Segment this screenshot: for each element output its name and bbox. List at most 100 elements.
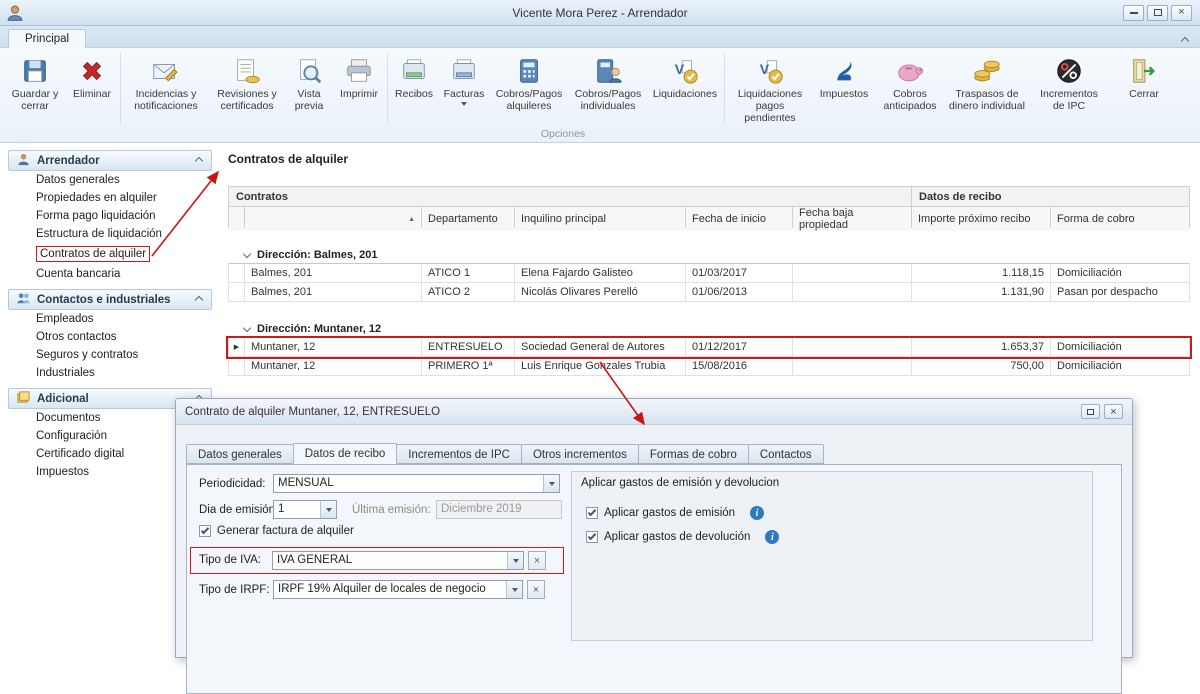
tipo-iva-clear-button[interactable]: ×	[528, 551, 546, 570]
table-row[interactable]: Balmes, 201 ATICO 2 Nicolás Olivares Per…	[228, 283, 1190, 302]
tipo-iva-label: Tipo de IVA:	[199, 554, 261, 566]
tab-otros-incrementos[interactable]: Otros incrementos	[521, 444, 639, 464]
row-indicator-cell	[229, 357, 244, 375]
advance-collections-button[interactable]: Cobros anticipados	[875, 51, 945, 115]
chevron-down-icon[interactable]	[320, 501, 336, 518]
sidebar-section-arrendador[interactable]: Arrendador	[8, 150, 212, 171]
sidebar-item-seguros-y-contratos[interactable]: Seguros y contratos	[8, 346, 212, 364]
info-icon[interactable]: i	[750, 506, 764, 520]
piggy-bank-icon	[895, 54, 925, 88]
tipo-irpf-label: Tipo de IRPF:	[199, 584, 270, 596]
header-address[interactable]: ▲	[245, 207, 421, 231]
cell-next-receipt: 750,00	[912, 357, 1050, 375]
info-icon[interactable]: i	[765, 530, 779, 544]
revisions-button[interactable]: Revisiones y certificados	[209, 51, 285, 115]
header-inquilino-principal[interactable]: Inquilino principal	[515, 207, 685, 231]
sidebar-item-datos-generales[interactable]: Datos generales	[8, 171, 212, 189]
maximize-icon	[1154, 9, 1162, 16]
tab-datos-generales[interactable]: Datos generales	[186, 444, 294, 464]
table-row[interactable]: Muntaner, 12 PRIMERO 1ª Luis Enrique Gon…	[228, 357, 1190, 376]
money-transfer-button[interactable]: Traspasos de dinero individual	[945, 51, 1029, 115]
ipc-percent-icon	[1054, 54, 1084, 88]
chevron-down-icon	[244, 322, 250, 334]
chevron-down-icon[interactable]	[506, 581, 522, 598]
svg-text:V: V	[760, 61, 770, 77]
tab-formas-de-cobro[interactable]: Formas de cobro	[638, 444, 749, 464]
group-row-balmes[interactable]: Dirección: Balmes, 201	[228, 246, 1190, 264]
incidents-button[interactable]: Incidencias y notificaciones	[123, 51, 209, 115]
minimize-button[interactable]	[1123, 5, 1144, 21]
ribbon-separator	[387, 53, 388, 124]
generar-factura-label: Generar factura de alquiler	[217, 525, 354, 537]
gastos-emision-checkbox-row[interactable]: Aplicar gastos de emisión i	[586, 506, 764, 520]
header-forma-de-cobro[interactable]: Forma de cobro	[1051, 207, 1189, 231]
page-title: Contratos de alquiler	[228, 152, 348, 166]
ribbon: Guardar y cerrar Eliminar Incidencias y …	[0, 48, 1200, 143]
sidebar-item-cuenta-bancaria[interactable]: Cuenta bancaria	[8, 265, 212, 283]
settlements-button[interactable]: V Liquidaciones	[648, 51, 722, 103]
sidebar-item-propiedades-en-alquiler[interactable]: Propiedades en alquiler	[8, 189, 212, 207]
pending-settlements-button[interactable]: V Liquidaciones pagos pendientes	[727, 51, 813, 127]
table-row[interactable]: Balmes, 201 ATICO 1 Elena Fajardo Galist…	[228, 264, 1190, 283]
header-departamento[interactable]: Departamento	[422, 207, 514, 231]
collapse-ribbon-icon[interactable]	[1182, 35, 1188, 47]
checkbox-checked-icon[interactable]	[586, 507, 598, 519]
generar-factura-checkbox-row[interactable]: Generar factura de alquiler	[199, 525, 354, 537]
section-title: Adicional	[37, 393, 89, 405]
titlebar: Vicente Mora Perez - Arrendador ×	[0, 0, 1200, 26]
save-and-close-button[interactable]: Guardar y cerrar	[4, 51, 66, 115]
header-fecha-de-inicio[interactable]: Fecha de inicio	[686, 207, 792, 231]
tab-datos-de-recibo[interactable]: Datos de recibo	[293, 443, 398, 464]
sidebar-section-contactos[interactable]: Contactos e industriales	[8, 289, 212, 310]
cell-address: Balmes, 201	[245, 283, 421, 301]
tipo-irpf-select[interactable]: IRPF 19% Alquiler de locales de negocio	[273, 580, 523, 599]
chevron-down-icon[interactable]	[543, 475, 559, 492]
dia-emision-select[interactable]: 1	[273, 500, 337, 519]
tab-principal[interactable]: Principal	[8, 29, 86, 49]
ipc-increase-button[interactable]: Incrementos de IPC	[1029, 51, 1109, 115]
cell-next-receipt: 1.118,15	[912, 264, 1050, 282]
checkbox-checked-icon[interactable]	[586, 531, 598, 543]
sidebar-item-contratos-de-alquiler[interactable]: Contratos de alquiler	[8, 243, 212, 265]
window-title: Vicente Mora Perez - Arrendador	[0, 6, 1200, 20]
dialog-close-button[interactable]: ×	[1104, 404, 1123, 419]
individual-payments-button[interactable]: Cobros/Pagos individuales	[568, 51, 648, 115]
close-button[interactable]: ×	[1171, 5, 1192, 21]
pending-settlements-icon: V	[755, 54, 785, 88]
annotation-red-box-iva: Tipo de IVA: IVA GENERAL ×	[190, 547, 564, 574]
group-row-muntaner[interactable]: Dirección: Muntaner, 12	[228, 320, 1190, 338]
gastos-panel: Aplicar gastos de emisión y devolucion A…	[571, 471, 1093, 641]
sidebar-item-empleados[interactable]: Empleados	[8, 310, 212, 328]
sidebar-item-forma-pago-liquidacion[interactable]: Forma pago liquidación	[8, 207, 212, 225]
maximize-button[interactable]	[1147, 5, 1168, 21]
sidebar-item-industriales[interactable]: Industriales	[8, 364, 212, 382]
rent-payments-button[interactable]: Cobros/Pagos alquileres	[490, 51, 568, 115]
tab-incrementos-de-ipc[interactable]: Incrementos de IPC	[396, 444, 522, 464]
maximize-icon	[1087, 409, 1094, 415]
receipts-icon	[399, 54, 429, 88]
header-fecha-baja-propiedad[interactable]: Fecha baja propiedad	[793, 207, 911, 231]
tipo-iva-select[interactable]: IVA GENERAL	[272, 551, 524, 570]
taxes-icon	[829, 54, 859, 88]
cell-payment-method: Domiciliación	[1051, 357, 1189, 375]
print-button[interactable]: Imprimir	[333, 51, 385, 103]
dialog-maximize-button[interactable]	[1081, 404, 1100, 419]
cell-tenant: Luis Enrique Gonzales Trubia	[515, 357, 685, 375]
sidebar-item-otros-contactos[interactable]: Otros contactos	[8, 328, 212, 346]
tab-contactos[interactable]: Contactos	[748, 444, 824, 464]
checkbox-checked-icon[interactable]	[199, 525, 211, 537]
chevron-down-icon[interactable]	[507, 552, 523, 569]
gastos-devolucion-checkbox-row[interactable]: Aplicar gastos de devolución i	[586, 530, 779, 544]
taxes-button[interactable]: Impuestos	[813, 51, 875, 103]
table-row-selected[interactable]: ▶ Muntaner, 12 ENTRESUELO Sociedad Gener…	[228, 338, 1190, 357]
close-ribbon-button[interactable]: Cerrar	[1118, 51, 1170, 103]
header-importe-proximo-recibo[interactable]: Importe próximo recibo	[912, 207, 1050, 231]
delete-button[interactable]: Eliminar	[66, 51, 118, 103]
invoices-button[interactable]: Facturas	[438, 51, 490, 109]
sidebar-item-estructura-de-liquidacion[interactable]: Estructura de liquidación	[8, 225, 212, 243]
periodicidad-select[interactable]: MENSUAL	[273, 474, 560, 493]
dialog-titlebar[interactable]: Contrato de alquiler Muntaner, 12, ENTRE…	[176, 399, 1132, 425]
tipo-irpf-clear-button[interactable]: ×	[527, 580, 545, 599]
preview-button[interactable]: Vista previa	[285, 51, 333, 115]
receipts-button[interactable]: Recibos	[390, 51, 438, 103]
